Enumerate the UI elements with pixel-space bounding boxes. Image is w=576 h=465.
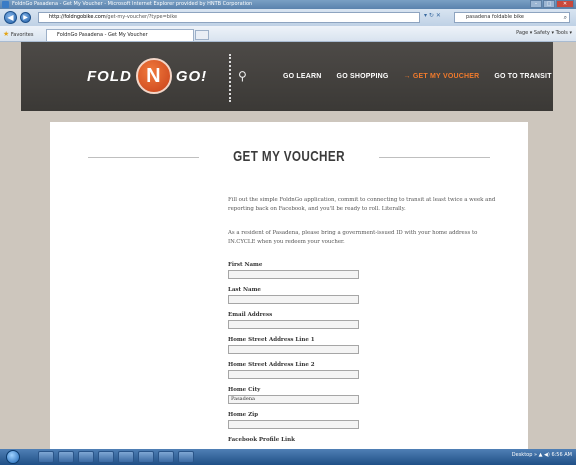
star-icon: ★ bbox=[3, 30, 10, 38]
first-name-label: First Name bbox=[228, 262, 263, 268]
address-host: http://foldngobike.com bbox=[49, 14, 106, 20]
home-city-label: Home City bbox=[228, 387, 261, 393]
favorites-bar: ★ Favorites FoldnGo Pasadena - Get My Vo… bbox=[0, 26, 576, 42]
last-name-label: Last Name bbox=[228, 287, 261, 293]
forward-button[interactable]: ▶ bbox=[20, 12, 31, 23]
window-title-bar: FoldnGo Pasadena - Get My Voucher - Micr… bbox=[0, 0, 576, 9]
logo-text-right: GO! bbox=[175, 67, 208, 85]
logo-text-left: FOLD bbox=[87, 67, 132, 85]
window-title: FoldnGo Pasadena - Get My Voucher - Micr… bbox=[12, 1, 253, 7]
favorites-button[interactable]: ★ Favorites bbox=[3, 30, 33, 38]
title-rule-right bbox=[379, 157, 490, 158]
site-header: FOLD N GO! ⚲ GO LEARN GO SHOPPING → GET … bbox=[21, 42, 553, 111]
page-viewport: FOLD N GO! ⚲ GO LEARN GO SHOPPING → GET … bbox=[0, 42, 576, 449]
content-panel: GET MY VOUCHER Fill out the simple Foldn… bbox=[50, 122, 528, 449]
bike-icon: ⚲ bbox=[238, 69, 247, 83]
nav-go-shopping[interactable]: GO SHOPPING bbox=[337, 73, 389, 80]
home-zip-label: Home Zip bbox=[228, 412, 259, 418]
header-divider bbox=[229, 54, 232, 102]
command-bar[interactable]: Page ▾ Safety ▾ Tools ▾ bbox=[516, 30, 572, 36]
email-label: Email Address bbox=[228, 312, 273, 318]
address-line2-field[interactable] bbox=[228, 370, 359, 379]
ie-icon bbox=[2, 1, 9, 8]
home-zip-field[interactable] bbox=[228, 420, 359, 429]
close-button[interactable]: ✕ bbox=[556, 0, 574, 8]
window-controls: – □ ✕ bbox=[530, 0, 574, 9]
first-name-field[interactable] bbox=[228, 270, 359, 279]
search-icon[interactable]: ⌕ bbox=[564, 13, 567, 22]
main-nav: GO LEARN GO SHOPPING → GET MY VOUCHER GO… bbox=[283, 73, 552, 80]
search-input[interactable]: pasadena foldable bike ⌕ bbox=[454, 12, 570, 23]
last-name-field[interactable] bbox=[228, 295, 359, 304]
taskbar-app-6[interactable] bbox=[138, 451, 154, 463]
resident-note: As a resident of Pasadena, please bring … bbox=[228, 230, 478, 245]
taskbar-app-8[interactable] bbox=[178, 451, 194, 463]
back-button[interactable]: ◀ bbox=[4, 11, 17, 24]
new-tab-button[interactable] bbox=[195, 30, 209, 40]
search-text: pasadena foldable bike bbox=[466, 14, 525, 20]
address-line1-label: Home Street Address Line 1 bbox=[228, 337, 315, 343]
minimize-button[interactable]: – bbox=[530, 0, 542, 8]
voucher-form: First Name Last Name Email Address Home … bbox=[228, 261, 408, 445]
nav-go-learn[interactable]: GO LEARN bbox=[283, 73, 322, 80]
taskbar-app-2[interactable] bbox=[58, 451, 74, 463]
title-block: GET MY VOUCHER bbox=[88, 149, 490, 165]
site-logo[interactable]: FOLD N GO! bbox=[87, 54, 207, 98]
taskbar-app-1[interactable] bbox=[38, 451, 54, 463]
start-button[interactable] bbox=[6, 450, 20, 464]
tab-title: FoldnGo Pasadena - Get My Voucher bbox=[57, 32, 148, 38]
home-city-field[interactable]: Pasadena bbox=[228, 395, 359, 404]
taskbar-app-7[interactable] bbox=[158, 451, 174, 463]
nav-get-my-voucher[interactable]: → GET MY VOUCHER bbox=[404, 73, 480, 80]
maximize-button[interactable]: □ bbox=[543, 0, 555, 8]
address-line2-label: Home Street Address Line 2 bbox=[228, 362, 315, 368]
taskbar-app-3[interactable] bbox=[78, 451, 94, 463]
logo-circle: N bbox=[135, 58, 172, 94]
refresh-stop-icons[interactable]: ▾ ↻ ✕ bbox=[424, 12, 441, 19]
address-line1-field[interactable] bbox=[228, 345, 359, 354]
tab-current[interactable]: FoldnGo Pasadena - Get My Voucher bbox=[46, 29, 194, 41]
address-bar[interactable]: http://foldngobike.com/get-my-voucher/?t… bbox=[38, 12, 420, 23]
navigation-bar: ◀ ▶ http://foldngobike.com/get-my-vouche… bbox=[0, 9, 576, 26]
favorites-label: Favorites bbox=[10, 32, 34, 38]
intro-paragraph: Fill out the simple FoldnGo application,… bbox=[228, 197, 496, 212]
taskbar-app-4[interactable] bbox=[98, 451, 114, 463]
address-path: /get-my-voucher/?type=bike bbox=[105, 14, 178, 20]
nav-go-to-transit[interactable]: GO TO TRANSIT bbox=[494, 73, 551, 80]
facebook-link-label: Facebook Profile Link bbox=[228, 437, 295, 443]
email-field[interactable] bbox=[228, 320, 359, 329]
system-tray[interactable]: Desktop » ▲ ◀) 6:56 AM bbox=[512, 452, 572, 458]
taskbar: Desktop » ▲ ◀) 6:56 AM bbox=[0, 449, 576, 465]
taskbar-app-5[interactable] bbox=[118, 451, 134, 463]
